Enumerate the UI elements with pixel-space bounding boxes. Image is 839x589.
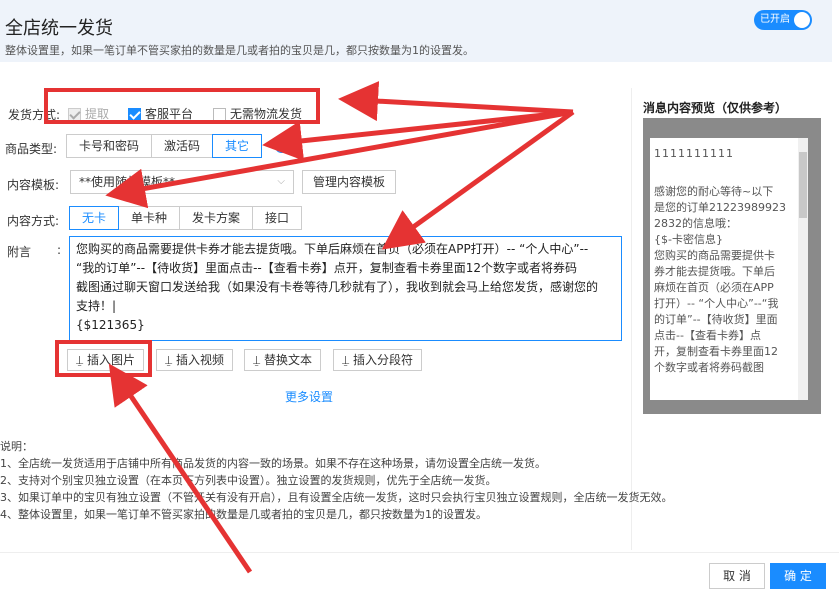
annotation-arrows bbox=[105, 81, 575, 574]
content-mode-no-card[interactable]: 无卡 bbox=[69, 206, 120, 230]
arrow-to-template bbox=[105, 109, 574, 209]
arrow-to-note bbox=[381, 109, 575, 250]
arrow-to-delivery bbox=[338, 81, 574, 122]
arrow-to-insert-image bbox=[108, 363, 253, 574]
product-type-other[interactable]: 其它 bbox=[212, 134, 263, 158]
